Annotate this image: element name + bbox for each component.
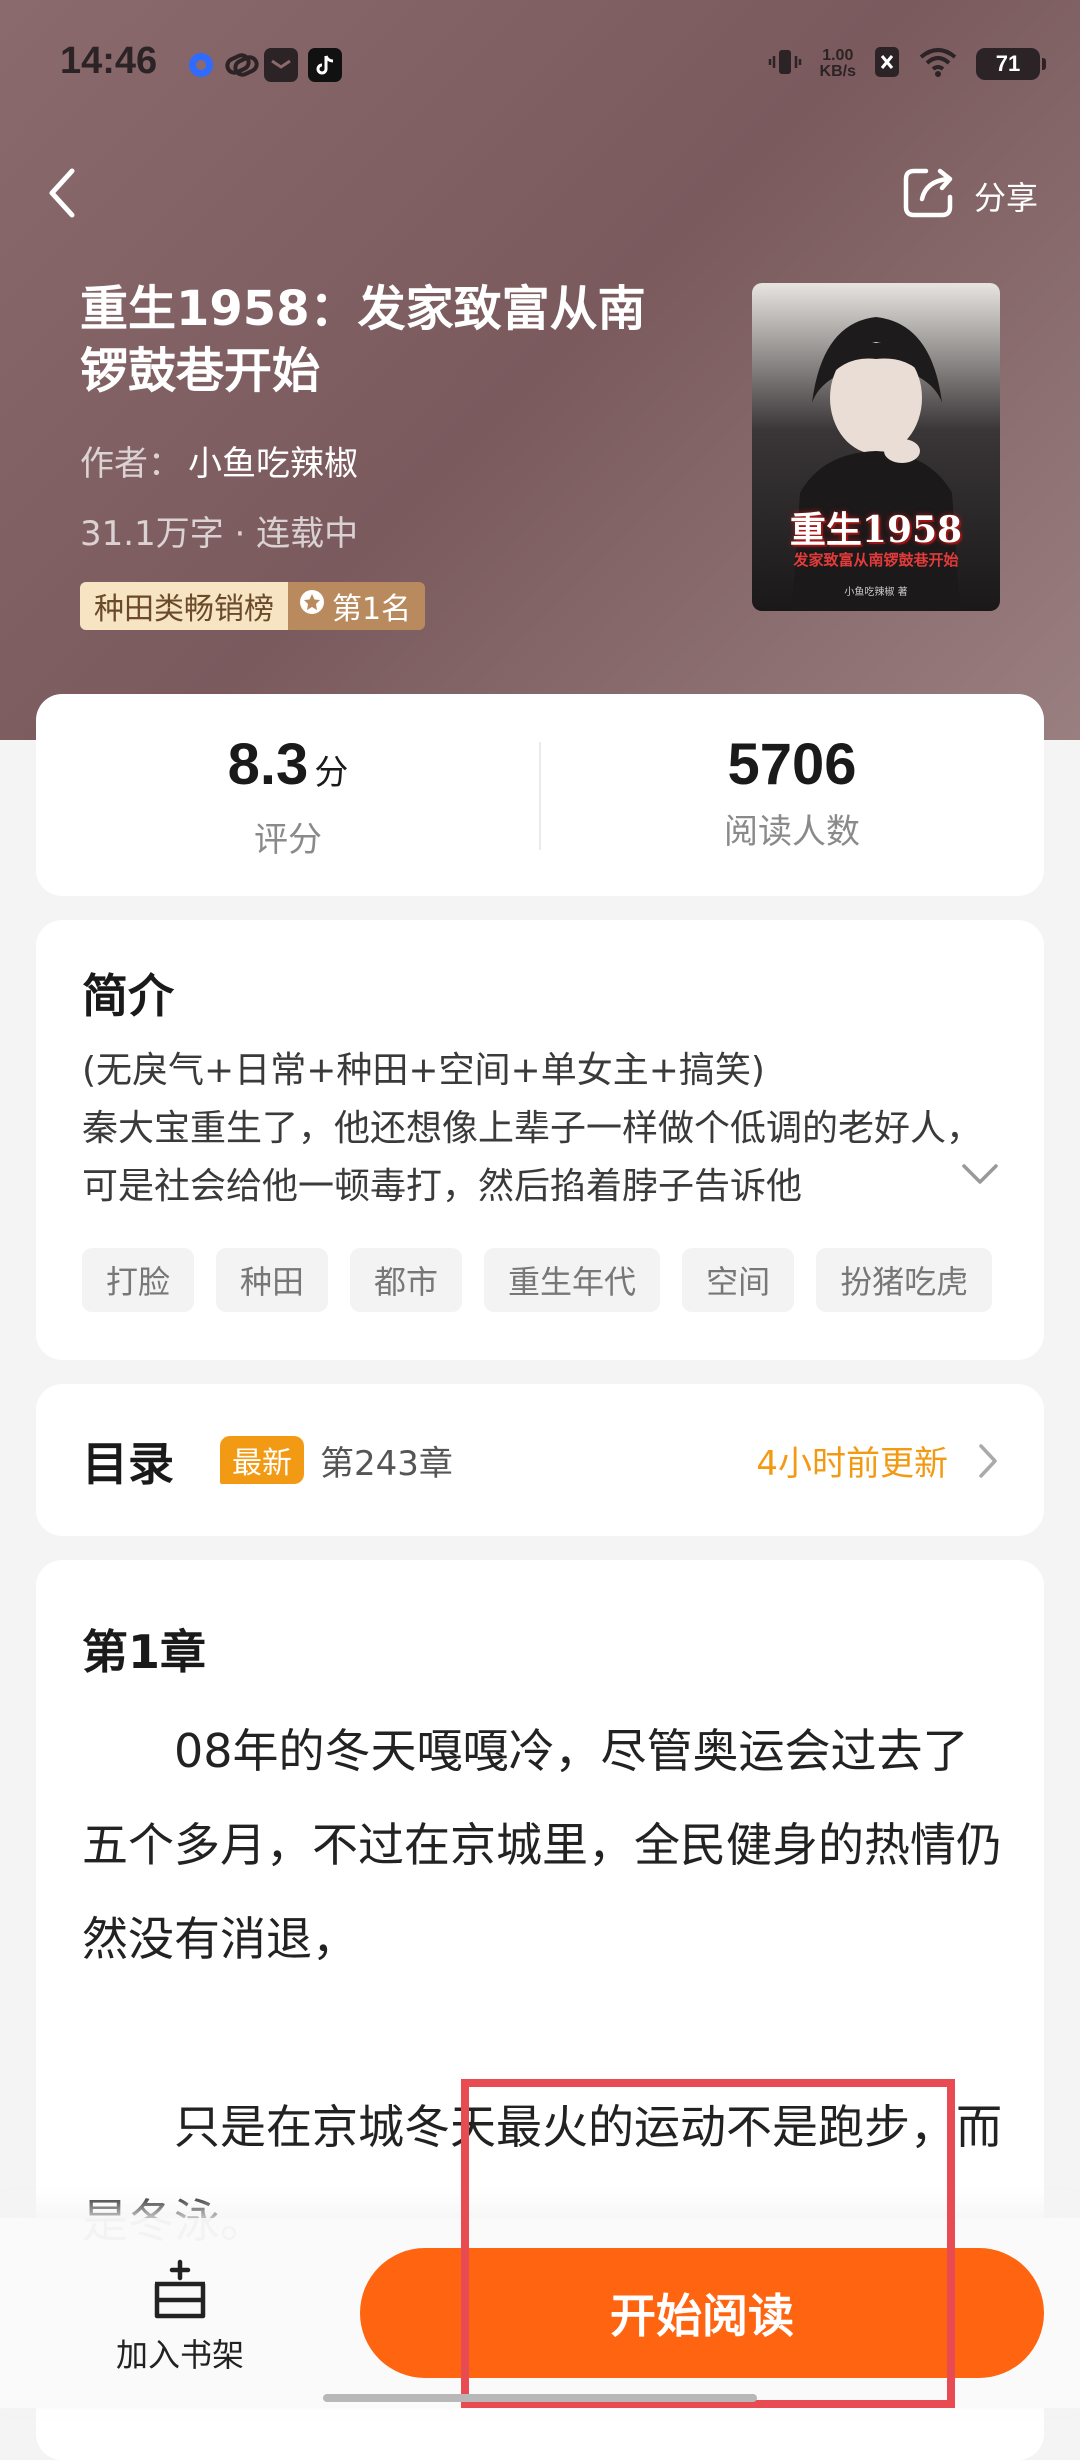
tag-item[interactable]: 种田 <box>216 1248 329 1312</box>
tag-item[interactable]: 都市 <box>350 1248 463 1312</box>
rank-category: 种田类畅销榜 <box>80 582 288 630</box>
readers-value: 5706 <box>727 732 857 797</box>
share-icon <box>900 163 958 229</box>
chevron-right-icon <box>976 1442 1000 1484</box>
chevron-down-icon[interactable] <box>960 1160 1000 1194</box>
tag-item[interactable]: 重生年代 <box>484 1248 661 1312</box>
score-value-wrap: 8.3 分 <box>36 730 540 808</box>
status-bar: 14:46 1.00 KB/s 71 <box>0 0 1080 128</box>
book-meta: 31.1万字 · 连载中 <box>80 514 359 554</box>
author-label: 作者： <box>80 444 182 484</box>
readers-stat: 5706 阅读人数 <box>540 730 1044 853</box>
tag-item[interactable]: 扮猪吃虎 <box>816 1248 993 1312</box>
chapter-title: 第1章 <box>82 1625 207 1679</box>
author-line[interactable]: 作者： 小鱼吃辣椒 <box>80 436 358 485</box>
rank-position: 第1名 <box>332 592 412 627</box>
author-name[interactable]: 小鱼吃辣椒 <box>188 444 358 484</box>
status-time: 14:46 <box>60 40 158 82</box>
intro-title: 简介 <box>82 969 174 1023</box>
latest-badge: 最新 <box>220 1436 304 1484</box>
readers-label: 阅读人数 <box>724 812 860 852</box>
sim-icon <box>874 46 900 82</box>
chevron-left-icon <box>44 165 80 225</box>
latest-chapter: 第243章 <box>320 1443 453 1484</box>
score-label: 评分 <box>254 820 322 860</box>
back-button[interactable] <box>34 160 90 230</box>
share-button[interactable]: 分享 <box>900 160 1038 232</box>
score-value: 8.3 <box>227 732 309 797</box>
status-indicators: 1.00 KB/s 71 <box>768 40 1046 88</box>
table-of-contents-card[interactable]: 目录 最新 第243章 4小时前更新 <box>36 1384 1044 1536</box>
score-stat[interactable]: 8.3 分 评分 <box>36 730 540 861</box>
network-speed: 1.00 KB/s <box>820 48 856 80</box>
highlight-annotation-box <box>461 2079 955 2408</box>
network-speed-unit: KB/s <box>819 63 856 80</box>
cover-title: 重生1958 <box>789 509 963 551</box>
bookshelf-add-icon <box>145 2259 215 2326</box>
cover-subtitle: 发家致富从南锣鼓巷开始 <box>793 551 959 569</box>
link-app-icon <box>224 48 259 82</box>
message-app-icon <box>264 48 298 82</box>
notification-app-icon <box>184 48 218 82</box>
crown-icon <box>298 588 326 624</box>
rank-position-wrap: 第1名 <box>288 582 426 630</box>
score-unit: 分 <box>314 754 349 792</box>
share-label: 分享 <box>973 179 1038 217</box>
toc-title: 目录 <box>82 1437 174 1491</box>
chapter-paragraph: 08年的冬天嘎嘎冷，尽管奥运会过去了五个多月，不过在京城里，全民健身的热情仍然没… <box>82 1724 1002 1966</box>
wifi-icon <box>918 46 958 82</box>
network-speed-value: 1.00 <box>822 47 854 64</box>
tag-list: 打脸 种田 都市 重生年代 空间 扮猪吃虎 <box>82 1248 1034 1312</box>
home-indicator[interactable] <box>323 2394 757 2402</box>
intro-card: 简介 (无戾气+日常+种田+空间+单女主+搞笑) 秦大宝重生了，他还想像上辈子一… <box>36 920 1044 1360</box>
book-title: 重生1958：发家致富从南锣鼓巷开始 <box>80 281 646 399</box>
tiktok-icon <box>308 48 342 82</box>
stats-card: 8.3 分 评分 5706 阅读人数 <box>36 694 1044 896</box>
vibrate-icon <box>768 45 802 83</box>
rank-badge[interactable]: 种田类畅销榜 第1名 <box>80 582 426 630</box>
add-to-shelf-label: 加入书架 <box>115 2336 244 2374</box>
book-cover[interactable]: 重生1958 发家致富从南锣鼓巷开始 小鱼吃辣椒 著 <box>752 283 1000 611</box>
tag-item[interactable]: 空间 <box>682 1248 795 1312</box>
cover-author: 小鱼吃辣椒 著 <box>844 587 908 598</box>
update-time: 4小时前更新 <box>756 1443 948 1484</box>
add-to-shelf-button[interactable]: 加入书架 <box>100 2258 260 2376</box>
tag-item[interactable]: 打脸 <box>82 1248 195 1312</box>
battery-icon: 71 <box>976 48 1046 80</box>
